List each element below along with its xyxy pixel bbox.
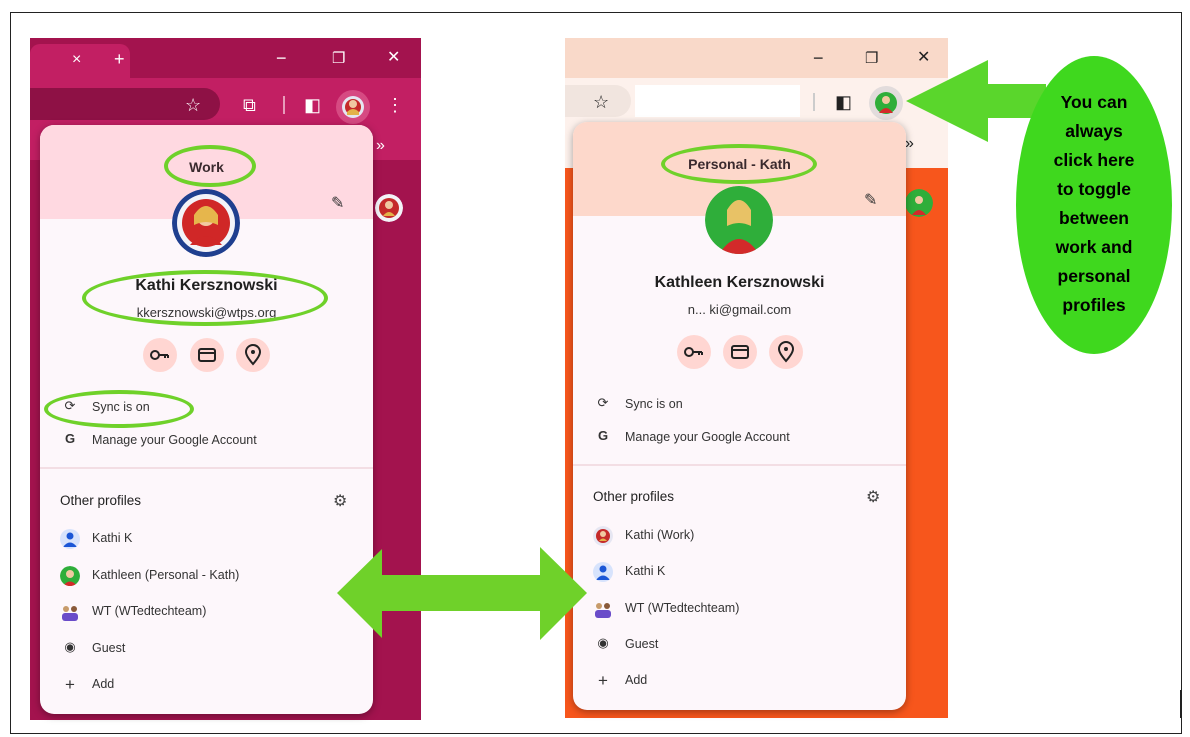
double-arrow-between-profiles — [337, 547, 587, 640]
text-cursor — [1180, 690, 1182, 718]
callout-text: You can always click here to toggle betw… — [1053, 92, 1135, 315]
annotation-arrows — [337, 60, 1046, 640]
callout-bubble: You can always click here to toggle betw… — [1016, 56, 1172, 354]
